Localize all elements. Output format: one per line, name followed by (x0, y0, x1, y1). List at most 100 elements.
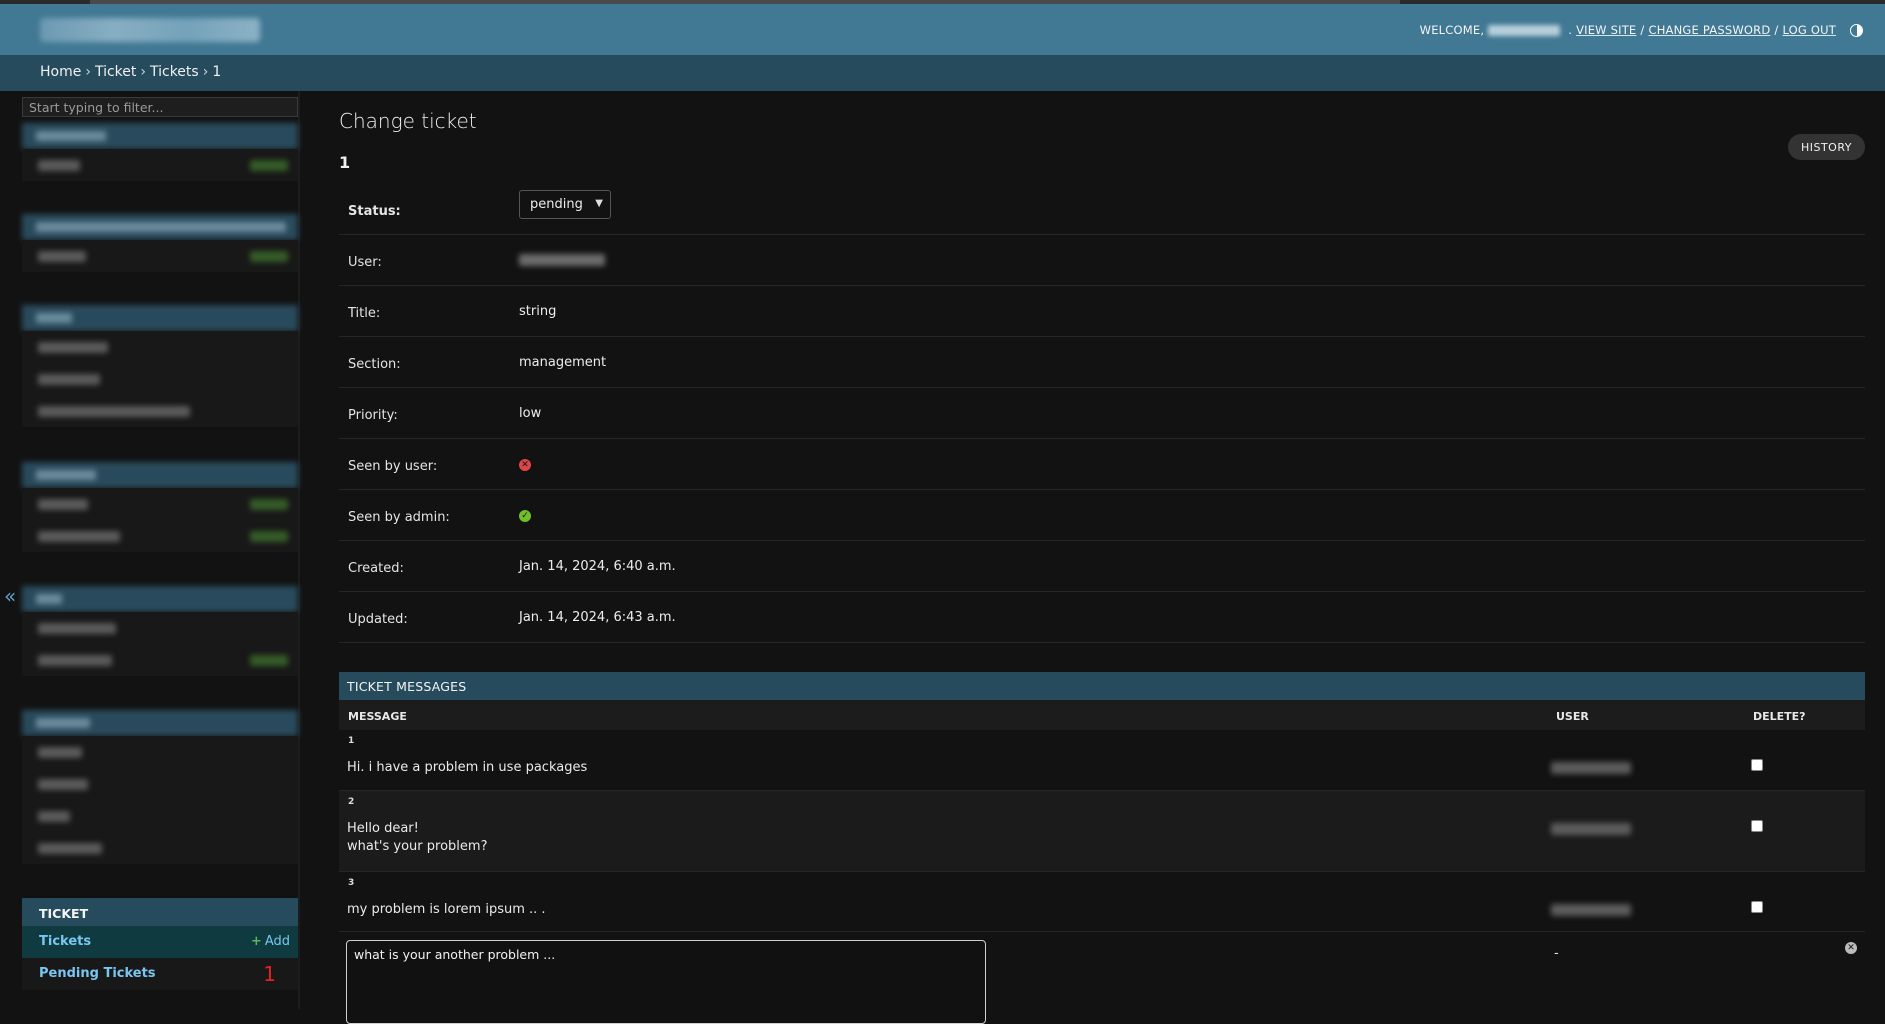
sidebar-ticket-caption[interactable]: TICKET (22, 898, 298, 926)
status-label: Status: (348, 204, 401, 219)
form-row-section: Section: management (339, 337, 1865, 388)
form-row-status: Status: pending ▼ (339, 184, 1865, 235)
column-header-message: MESSAGE (348, 710, 407, 723)
view-site-link[interactable]: VIEW SITE (1576, 23, 1636, 37)
sidebar-filter-input[interactable]: Start typing to filter... (22, 97, 298, 117)
sidebar-model-row[interactable] (22, 644, 298, 676)
add-ticket-link[interactable]: + Add (251, 934, 290, 949)
site-branding[interactable] (40, 18, 260, 42)
sidebar-model-row[interactable] (22, 331, 298, 363)
breadcrumb-object: 1 (212, 64, 222, 80)
sidebar-item-tickets[interactable]: Tickets + Add (22, 926, 298, 958)
delete-checkbox[interactable] (1751, 820, 1763, 832)
user-tools-separator: / (1640, 23, 1645, 37)
sidebar-item-label[interactable]: Pending Tickets (39, 966, 156, 981)
breadcrumb-separator: › (85, 64, 91, 80)
breadcrumb-app[interactable]: Ticket (95, 64, 136, 80)
sidebar-app-caption[interactable] (22, 123, 298, 149)
priority-value: low (519, 406, 542, 421)
form-row-created: Created: Jan. 14, 2024, 6:40 a.m. (339, 541, 1865, 592)
sidebar-model-row[interactable] (22, 800, 298, 832)
message-text: Hello dear! what's your problem? (347, 821, 488, 854)
ticket-form: Status: pending ▼ User: Title: string Se… (339, 184, 1865, 643)
sidebar-model-row[interactable] (22, 363, 298, 395)
sidebar-app-group-redacted (22, 214, 298, 272)
sidebar-app-caption[interactable] (22, 462, 298, 488)
log-out-link[interactable]: LOG OUT (1782, 23, 1836, 37)
sidebar-model-row[interactable] (22, 240, 298, 272)
remove-row-icon[interactable]: ✕ (1845, 942, 1857, 954)
sidebar-model-row[interactable] (22, 612, 298, 644)
sidebar-app-group-redacted (22, 586, 298, 676)
breadcrumb: Home › Ticket › Tickets › 1 (0, 55, 1885, 91)
status-select[interactable]: pending ▼ (519, 190, 611, 219)
breadcrumb-model[interactable]: Tickets (150, 64, 199, 80)
sidebar-model-row[interactable] (22, 768, 298, 800)
sidebar-model-row[interactable] (22, 488, 298, 520)
header: WELCOME, . VIEW SITE / CHANGE PASSWORD /… (0, 4, 1885, 55)
object-title: 1 (339, 153, 351, 172)
sidebar-collapse-toggle[interactable]: « (4, 584, 16, 608)
ticket-messages-inline: TICKET MESSAGES MESSAGE USER DELETE? 1 H… (339, 672, 1865, 1024)
priority-label: Priority: (348, 408, 398, 423)
form-row-updated: Updated: Jan. 14, 2024, 6:43 a.m. (339, 592, 1865, 643)
message-user-redacted (1551, 904, 1631, 916)
sidebar-app-caption[interactable] (22, 586, 298, 612)
sidebar-model-row[interactable] (22, 520, 298, 552)
new-message-user: - (1554, 946, 1559, 961)
user-tools: WELCOME, . VIEW SITE / CHANGE PASSWORD /… (1420, 23, 1863, 37)
updated-label: Updated: (348, 612, 408, 627)
sidebar-app-caption[interactable] (22, 305, 298, 331)
username-redacted (1488, 24, 1561, 36)
sidebar-app-caption[interactable] (22, 214, 298, 240)
change-password-link[interactable]: CHANGE PASSWORD (1648, 23, 1770, 37)
table-row: 3 my problem is lorem ipsum .. . (339, 872, 1865, 932)
seen-by-admin-label: Seen by admin: (348, 510, 450, 525)
sidebar-app-group-redacted (22, 123, 298, 181)
add-ticket-label[interactable]: Add (265, 934, 290, 949)
sidebar-model-row[interactable] (22, 395, 298, 427)
table-row: 2 Hello dear! what's your problem? (339, 791, 1865, 872)
form-row-seen-by-user: Seen by user: ✕ (339, 439, 1865, 490)
new-message-textarea[interactable]: what is your another problem ... (346, 940, 986, 1024)
updated-value: Jan. 14, 2024, 6:43 a.m. (519, 610, 676, 625)
form-row-title: Title: string (339, 286, 1865, 337)
theme-toggle-icon[interactable] (1850, 23, 1863, 37)
title-value: string (519, 304, 557, 319)
message-text: my problem is lorem ipsum .. . (347, 902, 546, 917)
user-tools-separator: . (1568, 23, 1573, 37)
plus-icon: + (250, 934, 262, 949)
welcome-text: WELCOME, (1419, 23, 1485, 37)
breadcrumb-home[interactable]: Home (40, 64, 81, 80)
message-text: Hi. i have a problem in use packages (347, 760, 588, 775)
no-icon: ✕ (519, 459, 531, 471)
table-row: 1 Hi. i have a problem in use packages (339, 730, 1865, 791)
section-value: management (519, 355, 607, 370)
created-label: Created: (348, 561, 404, 576)
created-value: Jan. 14, 2024, 6:40 a.m. (519, 559, 676, 574)
status-selected-value: pending (530, 197, 583, 212)
seen-by-user-label: Seen by user: (348, 459, 438, 474)
sidebar-model-row[interactable] (22, 736, 298, 768)
message-user-redacted (1551, 823, 1631, 835)
delete-checkbox[interactable] (1751, 901, 1763, 913)
sidebar-item-pending-tickets[interactable]: Pending Tickets 1 (22, 958, 298, 990)
user-tools-separator: / (1774, 23, 1779, 37)
row-number: 1 (348, 736, 355, 746)
sidebar-app-group-redacted (22, 462, 298, 552)
pending-count-badge: 1 (263, 962, 276, 986)
form-row-user: User: (339, 235, 1865, 286)
delete-checkbox[interactable] (1751, 759, 1763, 771)
sidebar-model-row[interactable] (22, 149, 298, 181)
user-label: User: (348, 255, 382, 270)
sidebar-app-group-redacted (22, 305, 298, 427)
sidebar-item-label[interactable]: Tickets (39, 934, 91, 949)
breadcrumb-separator: › (140, 64, 146, 80)
sidebar-model-row[interactable] (22, 832, 298, 864)
sidebar-ticket-module: TICKET Tickets + Add Pending Tickets 1 (22, 898, 298, 990)
history-button[interactable]: HISTORY (1787, 134, 1865, 160)
page-title: Change ticket (339, 109, 477, 133)
inline-caption: TICKET MESSAGES (339, 672, 1865, 700)
row-number: 2 (348, 797, 355, 807)
sidebar-app-caption[interactable] (22, 710, 298, 736)
